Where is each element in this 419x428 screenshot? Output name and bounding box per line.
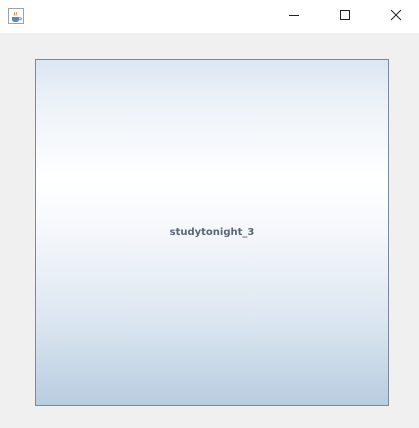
maximize-icon — [339, 8, 351, 26]
close-icon — [390, 8, 402, 26]
minimize-icon — [288, 8, 300, 26]
content-pane: studytonight_3 — [0, 33, 419, 428]
app-window: studytonight_3 — [0, 0, 419, 428]
java-coffee-cup-icon[interactable] — [8, 8, 24, 24]
maximize-button[interactable] — [322, 0, 368, 33]
studytonight-button[interactable]: studytonight_3 — [35, 59, 389, 406]
title-bar[interactable] — [0, 0, 419, 33]
button-label: studytonight_3 — [169, 227, 255, 238]
minimize-button[interactable] — [271, 0, 317, 33]
close-button[interactable] — [373, 0, 419, 33]
